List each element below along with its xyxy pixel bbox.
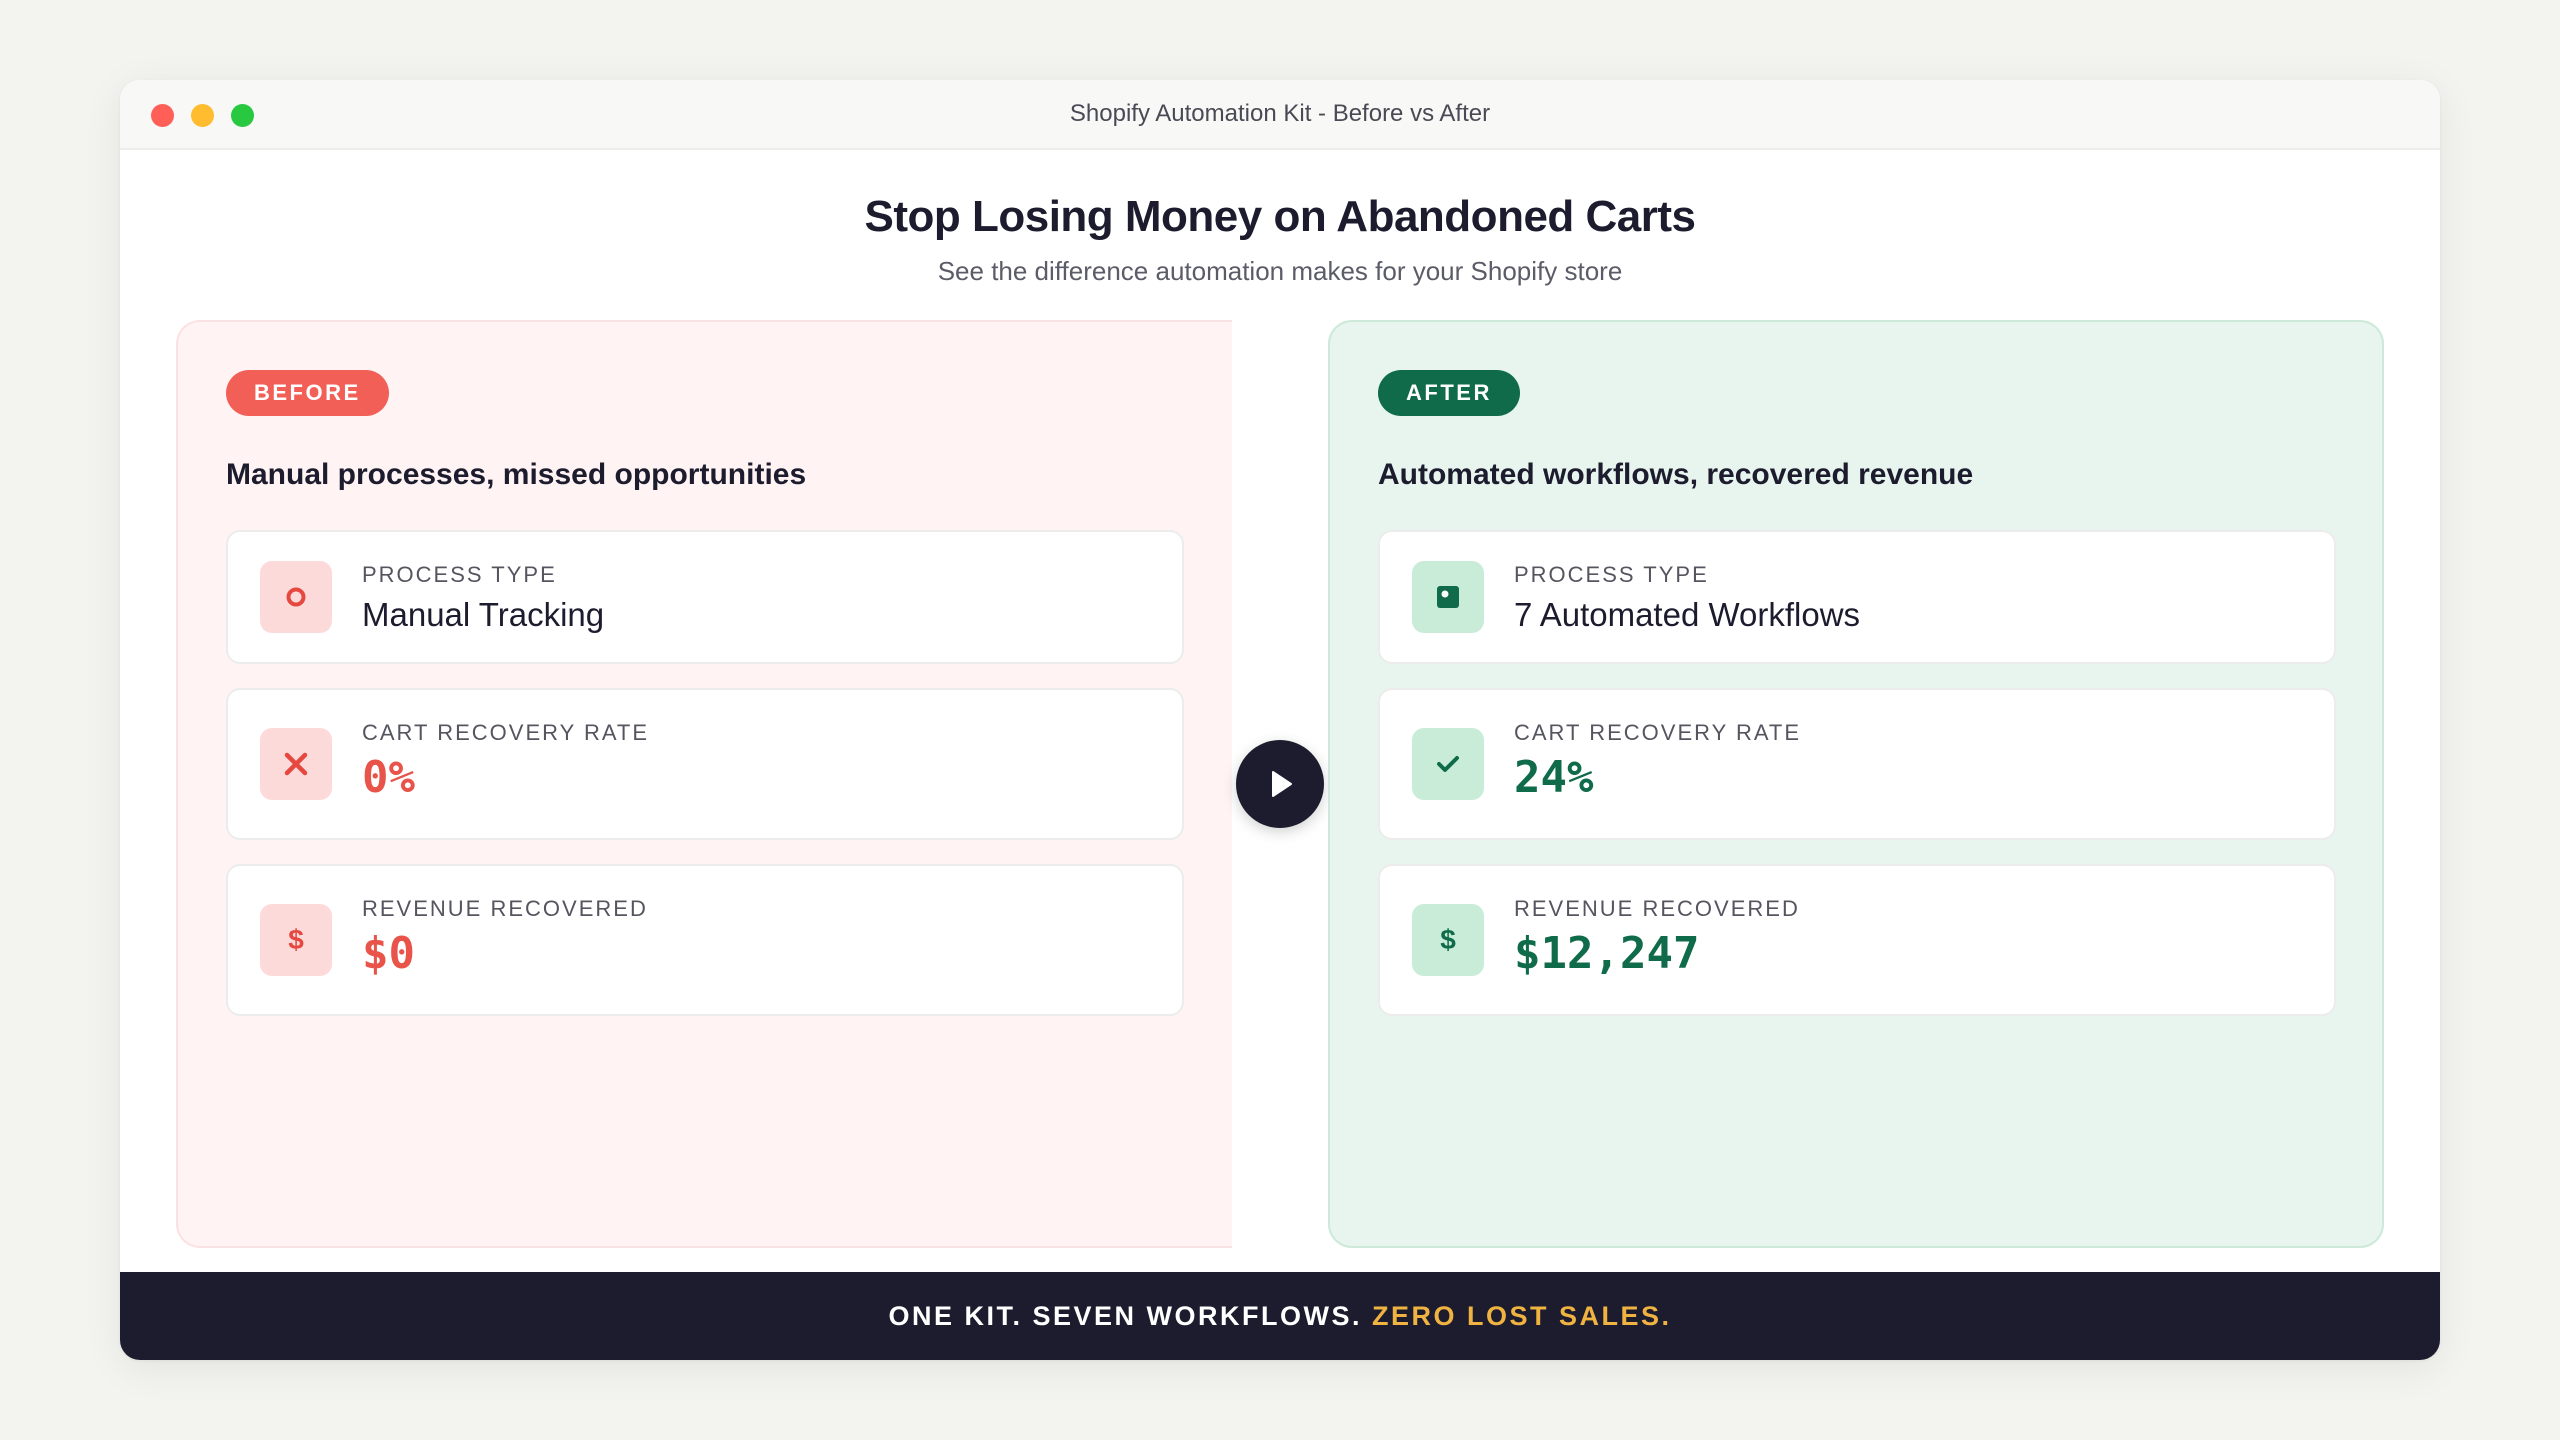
before-badge: BEFORE: [226, 370, 389, 416]
app-window: Shopify Automation Kit - Before vs After…: [120, 80, 2440, 1360]
after-badge: AFTER: [1378, 370, 1520, 416]
workflow-icon: [1412, 561, 1484, 633]
before-process-type-card: PROCESS TYPE Manual Tracking: [226, 530, 1184, 664]
after-revenue-card: $ REVENUE RECOVERED $12,247: [1378, 864, 2336, 1016]
card-label: CART RECOVERY RATE: [362, 720, 650, 745]
play-button[interactable]: [1236, 740, 1324, 828]
card-label: CART RECOVERY RATE: [1514, 720, 1802, 745]
card-label: REVENUE RECOVERED: [362, 896, 648, 921]
card-label: PROCESS TYPE: [1514, 562, 1709, 587]
before-cart-recovery-card: CART RECOVERY RATE 0%: [226, 688, 1184, 840]
circle-icon: [260, 561, 332, 633]
before-heading: Manual processes, missed opportunities: [226, 458, 807, 491]
play-icon: [1272, 771, 1292, 797]
dollar-icon: $: [260, 904, 332, 976]
before-revenue-card: $ REVENUE RECOVERED $0: [226, 864, 1184, 1016]
footer-banner: ONE KIT. SEVEN WORKFLOWS. ZERO LOST SALE…: [120, 1272, 2440, 1360]
title-bar: Shopify Automation Kit - Before vs After: [120, 80, 2440, 150]
after-process-type-card: PROCESS TYPE 7 Automated Workflows: [1378, 530, 2336, 664]
dollar-icon: $: [1412, 904, 1484, 976]
page-title: Stop Losing Money on Abandoned Carts: [864, 192, 1696, 241]
card-label: REVENUE RECOVERED: [1514, 896, 1800, 921]
window-title: Shopify Automation Kit - Before vs After: [1069, 100, 1491, 127]
after-heading: Automated workflows, recovered revenue: [1378, 458, 1974, 491]
x-icon: [260, 728, 332, 800]
card-metric-value: $12,247: [1514, 928, 1700, 979]
card-metric-value: $0: [362, 928, 415, 979]
before-panel: BEFORE Manual processes, missed opportun…: [176, 320, 1232, 1248]
card-label: PROCESS TYPE: [362, 562, 557, 587]
card-metric-value: 24%: [1514, 752, 1594, 803]
after-panel: AFTER Automated workflows, recovered rev…: [1328, 320, 2384, 1248]
card-value: 7 Automated Workflows: [1514, 596, 1861, 633]
page-subtitle: See the difference automation makes for …: [937, 256, 1623, 286]
after-cart-recovery-card: CART RECOVERY RATE 24%: [1378, 688, 2336, 840]
footer-text: ONE KIT. SEVEN WORKFLOWS.: [888, 1301, 1362, 1331]
card-value: Manual Tracking: [362, 596, 605, 633]
footer-accent-text: ZERO LOST SALES.: [1372, 1301, 1672, 1331]
card-metric-value: 0%: [362, 752, 415, 803]
check-icon: [1412, 728, 1484, 800]
